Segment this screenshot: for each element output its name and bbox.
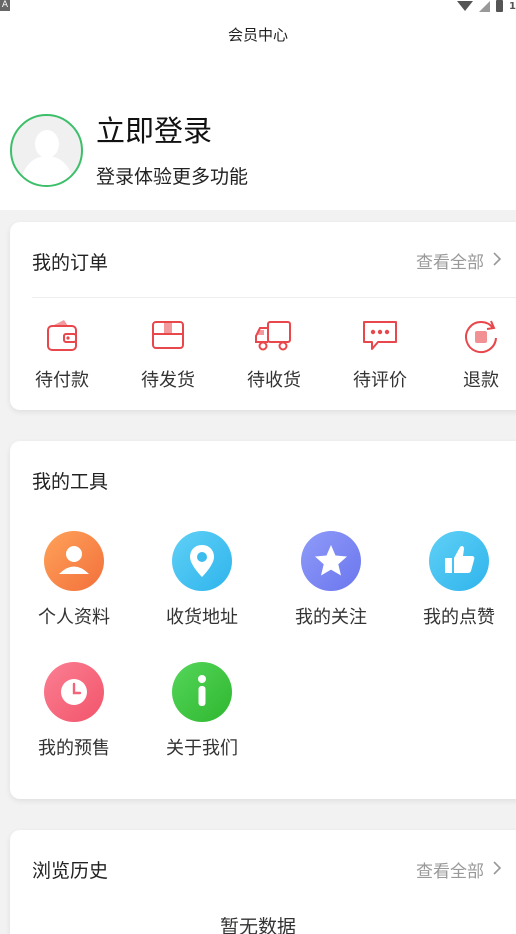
chevron-right-icon: [492, 251, 502, 271]
orders-view-all-label: 查看全部: [416, 253, 484, 273]
history-view-all-link[interactable]: 查看全部: [416, 857, 502, 882]
tool-likes-label: 我的点赞: [423, 607, 495, 628]
order-refund-label: 退款: [463, 370, 499, 391]
tool-following-label: 我的关注: [295, 607, 367, 628]
orders-divider: [32, 297, 516, 298]
tool-presale[interactable]: 我的预售: [19, 662, 129, 760]
tool-following[interactable]: 我的关注: [276, 531, 386, 629]
package-icon: [128, 318, 208, 354]
order-pending-receipt[interactable]: 待收货: [234, 318, 314, 392]
order-pending-shipment-label: 待发货: [141, 370, 195, 391]
status-icons: 1: [457, 0, 516, 12]
wallet-icon: [22, 318, 102, 354]
order-pending-shipment[interactable]: 待发货: [128, 318, 208, 392]
person-icon: [44, 531, 104, 591]
tool-profile[interactable]: 个人资料: [19, 531, 129, 629]
avatar-body-shape: [22, 156, 72, 185]
tool-about[interactable]: 关于我们: [147, 662, 257, 760]
order-pending-receipt-label: 待收货: [247, 370, 301, 391]
sim-icon: 1: [509, 0, 516, 12]
history-title: 浏览历史: [32, 860, 109, 882]
tool-address-label: 收货地址: [166, 607, 238, 628]
order-pending-payment-label: 待付款: [35, 370, 89, 391]
tool-about-label: 关于我们: [166, 738, 238, 759]
order-pending-review[interactable]: 待评价: [340, 318, 420, 392]
tools-title: 我的工具: [32, 471, 109, 493]
history-view-all-label: 查看全部: [416, 862, 484, 882]
orders-view-all-link[interactable]: 查看全部: [416, 248, 502, 273]
tool-presale-label: 我的预售: [38, 738, 110, 759]
clock-icon: [44, 662, 104, 722]
status-bar: A 1: [0, 0, 516, 14]
wifi-icon: [457, 1, 474, 11]
signal-icon: [479, 0, 491, 12]
page-title: 会员中心: [227, 26, 288, 44]
star-icon: [301, 531, 361, 591]
chevron-right-icon: [492, 860, 502, 880]
avatar-head-shape: [35, 130, 59, 158]
notification-icon: A: [0, 0, 10, 11]
order-pending-review-label: 待评价: [353, 370, 407, 391]
truck-icon: [234, 318, 314, 354]
tool-likes[interactable]: 我的点赞: [404, 531, 514, 629]
tool-profile-label: 个人资料: [38, 607, 110, 628]
tool-address[interactable]: 收货地址: [147, 531, 257, 629]
order-pending-payment[interactable]: 待付款: [22, 318, 102, 392]
battery-icon: [496, 0, 504, 12]
comment-icon: [340, 318, 420, 354]
avatar[interactable]: [10, 114, 83, 187]
history-empty-text: 暂无数据: [219, 916, 296, 934]
info-icon: [172, 662, 232, 722]
login-subtitle: 登录体验更多功能: [96, 166, 249, 188]
login-button[interactable]: 立即登录: [96, 108, 212, 150]
orders-title: 我的订单: [32, 252, 109, 274]
thumbs-up-icon: [429, 531, 489, 591]
location-icon: [172, 531, 232, 591]
order-refund[interactable]: 退款: [441, 318, 516, 392]
refund-icon: [441, 318, 516, 354]
